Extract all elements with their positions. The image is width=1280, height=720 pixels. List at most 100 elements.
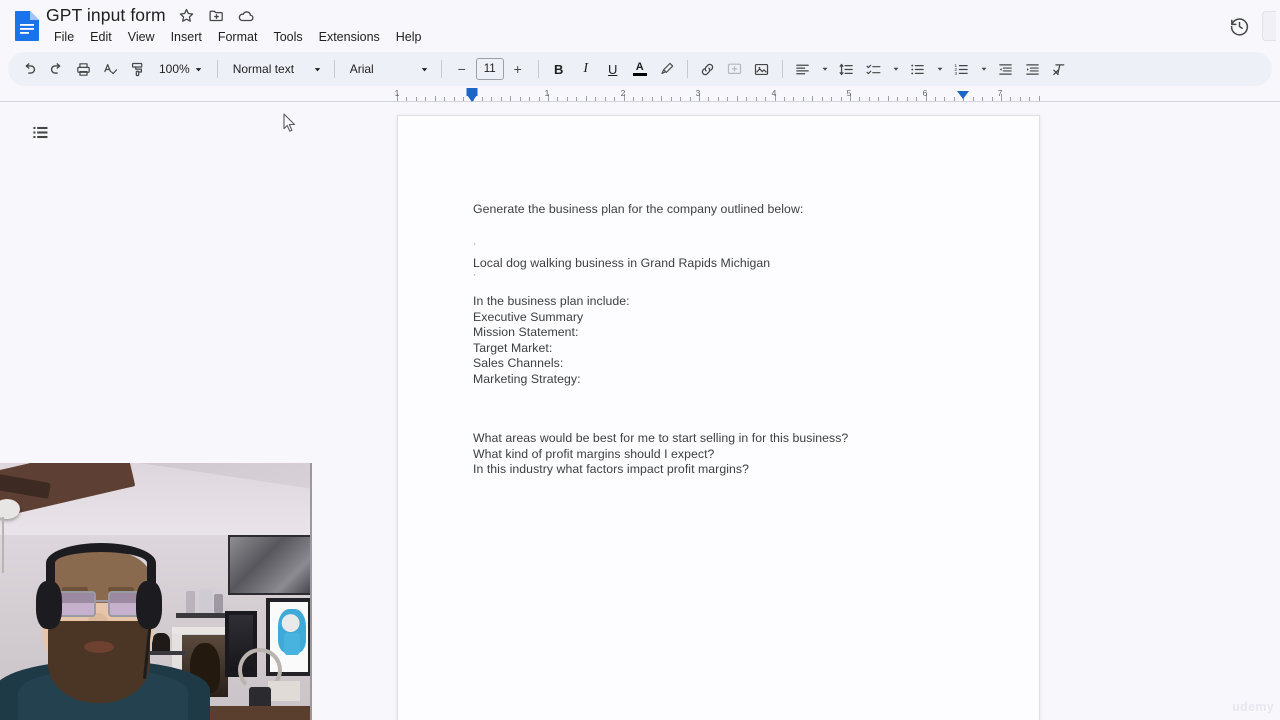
bulleted-list-dropdown-chevron-down-icon[interactable] [932,56,948,82]
decrease-indent-icon[interactable] [993,56,1019,82]
toolbar-divider [216,60,218,78]
italic-button[interactable]: I [573,56,599,82]
ruler-tick [1010,97,1012,101]
ruler-tick [632,97,634,101]
zoom-level-value: 100% [159,62,190,76]
highlight-color-icon[interactable] [654,56,680,82]
presenter-beard [48,621,150,703]
ruler-tick [916,97,918,101]
document-line: Local dog walking business in Grand Rapi… [473,255,771,270]
ruler-tick [415,97,417,101]
page-title[interactable]: GPT input form [46,5,166,26]
menu-file[interactable]: File [46,28,82,46]
align-icon[interactable] [790,56,816,82]
menu-view[interactable]: View [120,28,163,46]
shelf-object [186,591,195,613]
svg-text:3: 3 [955,71,958,77]
ruler-tick [585,96,587,101]
ruler-tick [944,97,946,101]
ruler-number: 5 [846,88,852,98]
decrease-font-size-button[interactable]: − [449,56,475,82]
menu-tools[interactable]: Tools [265,28,310,46]
bulleted-list-icon[interactable] [905,56,931,82]
ruler-tick [491,97,493,101]
horizontal-ruler[interactable]: 1 1 2 3 4 5 6 7 [0,88,1280,104]
menu-insert[interactable]: Insert [163,28,210,46]
menu-help[interactable]: Help [388,28,430,46]
ruler-tick [557,97,559,101]
ruler-tick [425,97,427,101]
font-size-input[interactable]: 11 [475,58,504,80]
font-family-dropdown[interactable]: Arial [342,56,434,82]
star-icon[interactable] [177,6,196,25]
checklist-icon[interactable] [861,56,887,82]
increase-indent-icon[interactable] [1020,56,1046,82]
bold-button[interactable]: B [546,56,572,82]
document-page[interactable]: Generate the business plan for the compa… [397,115,1040,720]
insert-link-icon[interactable] [695,56,721,82]
chevron-down-icon [192,62,206,76]
presenter-glasses [56,591,148,619]
paint-format-icon[interactable] [124,56,150,82]
paragraph-style-dropdown[interactable]: Normal text [225,56,327,82]
ruler-tick [821,97,823,101]
ruler-tick [614,97,616,101]
chevron-down-icon [418,62,432,76]
ruler-tick [1038,96,1040,101]
first-line-indent-marker[interactable] [467,95,477,102]
increase-font-size-button[interactable]: + [505,56,531,82]
ruler-tick [812,96,814,101]
numbered-list-dropdown-chevron-down-icon[interactable] [976,56,992,82]
menu-extensions[interactable]: Extensions [311,28,388,46]
ruler-tick [642,97,644,101]
clear-formatting-icon[interactable] [1047,56,1073,82]
menu-format[interactable]: Format [210,28,266,46]
undo-icon[interactable] [16,56,42,82]
document-line: Generate the business plan for the compa… [473,202,804,216]
align-dropdown-chevron-down-icon[interactable] [817,56,833,82]
text-color-button[interactable]: A [627,56,653,82]
ruler-number: 3 [695,88,701,98]
wall-artwork-landscape [228,535,310,595]
version-history-icon[interactable] [1222,9,1256,43]
ruler-tick [519,97,521,101]
spellcheck-icon[interactable] [97,56,123,82]
ruler-tick [689,97,691,101]
right-indent-marker[interactable] [957,91,969,99]
ruler-tick [793,97,795,101]
add-comment-icon[interactable] [722,56,748,82]
formatting-toolbar: 100% Normal text Arial − 11 + B I U A 1 … [8,52,1272,86]
document-text-body[interactable]: Generate the business plan for the compa… [473,202,973,478]
header-actions [1222,9,1276,43]
redo-icon[interactable] [43,56,69,82]
ruler-tick [510,96,512,101]
ruler-tick [670,97,672,101]
headphone-earcup-left [36,581,62,629]
toolbar-divider [781,60,783,78]
share-button-partial[interactable] [1262,11,1276,41]
ruler-tick [859,97,861,101]
document-blank-line [473,218,973,240]
webcam-overlay [0,463,312,720]
underline-label: U [608,61,618,77]
menu-edit[interactable]: Edit [82,28,120,46]
toolbar-divider [440,60,442,78]
insert-image-icon[interactable] [749,56,775,82]
ruler-tick [1019,97,1021,101]
italic-label: I [583,61,589,76]
document-line: Target Market: [473,340,553,355]
zoom-level-dropdown[interactable]: 100% [151,56,210,82]
chevron-down-icon [311,62,325,76]
document-line: Mission Statement: [473,325,579,339]
google-docs-icon[interactable] [12,10,42,42]
underline-button[interactable]: U [600,56,626,82]
numbered-list-icon[interactable]: 1 2 3 [949,56,975,82]
ruler-tick [604,97,606,101]
line-spacing-icon[interactable] [834,56,860,82]
move-to-folder-icon[interactable] [207,6,226,25]
cloud-saved-icon[interactable] [237,6,256,25]
ruler-tick [1029,97,1031,101]
print-icon[interactable] [70,56,96,82]
checklist-dropdown-chevron-down-icon[interactable] [888,56,904,82]
ruler-tick [878,97,880,101]
